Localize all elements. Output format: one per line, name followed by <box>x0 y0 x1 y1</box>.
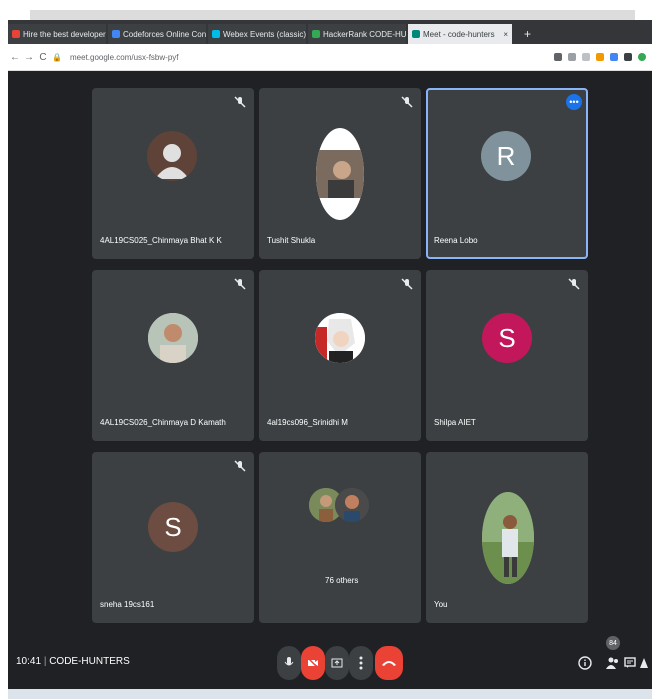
avatar: S <box>148 502 198 552</box>
taskbar-strip <box>8 689 652 699</box>
profile-icon[interactable] <box>638 53 646 61</box>
participant-name: 4al19cs096_Srinidhi M <box>267 418 348 427</box>
browser-tab[interactable]: Hire the best developers × <box>8 24 106 44</box>
favicon-icon <box>12 30 20 38</box>
tab-title: Hire the best developers <box>23 29 106 39</box>
avatar <box>482 492 534 584</box>
more-options-icon[interactable]: ••• <box>566 94 582 110</box>
browser-tab-active[interactable]: Meet - code-hunters × <box>408 24 512 44</box>
avatar <box>147 131 197 181</box>
avatar <box>335 488 369 522</box>
back-icon[interactable]: ← <box>8 52 22 63</box>
tab-title: Meet - code-hunters <box>423 29 495 39</box>
mic-off-icon <box>568 278 580 290</box>
more-vert-icon <box>359 656 363 670</box>
forward-icon[interactable]: → <box>22 52 36 63</box>
mic-off-icon <box>234 278 246 290</box>
activities-icon[interactable] <box>639 656 649 670</box>
participant-name: Shilpa AIET <box>434 418 476 427</box>
avatar <box>316 128 364 220</box>
microphone-button[interactable] <box>277 646 301 680</box>
participant-name: sneha 19cs161 <box>100 600 155 609</box>
close-tab-icon[interactable]: × <box>503 30 508 39</box>
profile-photo-icon <box>316 150 364 198</box>
avatar-initial: R <box>496 140 516 171</box>
participant-tile[interactable]: 4AL19CS026_Chinmaya D Kamath <box>92 270 254 441</box>
extension-toolbar <box>554 53 652 61</box>
participant-name: You <box>434 600 448 609</box>
participant-name: 4AL19CS026_Chinmaya D Kamath <box>100 418 226 427</box>
new-tab-icon[interactable]: + <box>514 24 541 44</box>
extension-icon[interactable] <box>610 53 618 61</box>
avatar: R <box>481 131 531 181</box>
meeting-time: 10:41 <box>16 656 42 667</box>
participant-tile-others[interactable]: 76 others <box>259 452 421 623</box>
camera-off-button[interactable] <box>301 646 325 680</box>
profile-photo-icon <box>335 488 369 522</box>
participant-tile-active[interactable]: ••• R Reena Lobo <box>426 88 588 259</box>
star-icon[interactable] <box>582 53 590 61</box>
camera-icon[interactable] <box>554 53 562 61</box>
avatar-initial: S <box>164 511 182 542</box>
url-text[interactable]: meet.google.com/usx-fsbw-pyf <box>70 53 179 62</box>
favicon-icon <box>112 30 120 38</box>
present-button[interactable] <box>325 646 349 680</box>
browser-tab[interactable]: Webex Events (classic) × <box>208 24 306 44</box>
mic-off-icon <box>234 460 246 472</box>
participant-tile[interactable]: 4al19cs096_Srinidhi M <box>259 270 421 441</box>
meeting-name: CODE-HUNTERS <box>49 656 130 667</box>
browser-tab-strip: Hire the best developers × Codeforces On… <box>8 20 652 44</box>
more-options-button[interactable] <box>349 646 373 680</box>
avatar <box>315 313 365 363</box>
avatar <box>148 313 198 363</box>
participant-count: 76 others <box>325 576 359 585</box>
participant-tile[interactable]: Tushit Shukla <box>259 88 421 259</box>
participant-tile[interactable]: 4AL19CS025_Chinmaya Bhat K K <box>92 88 254 259</box>
browser-tab[interactable]: Codeforces Online Contest a × <box>108 24 206 44</box>
present-screen-icon <box>331 658 343 668</box>
window-top-strip <box>30 10 635 20</box>
mic-off-icon <box>401 96 413 108</box>
tab-title: HackerRank CODE-HUNTERS <box>323 29 406 39</box>
meeting-info: 10:41 | CODE-HUNTERS <box>16 656 130 667</box>
people-icon[interactable] <box>606 656 620 670</box>
mic-off-icon <box>401 278 413 290</box>
meeting-details-icon[interactable] <box>578 656 592 670</box>
avatar-initial: S <box>498 322 516 353</box>
participant-name: 4AL19CS025_Chinmaya Bhat K K <box>100 236 222 245</box>
puzzle-icon[interactable] <box>624 53 632 61</box>
lock-icon: 🔒 <box>52 52 62 62</box>
profile-photo-icon <box>148 313 198 363</box>
avatar: S <box>482 313 532 363</box>
profile-photo-icon <box>482 492 534 584</box>
participant-name: Tushit Shukla <box>267 236 316 245</box>
chat-icon[interactable] <box>623 656 637 670</box>
profile-photo-icon <box>315 313 365 363</box>
favicon-icon <box>412 30 420 38</box>
microphone-icon <box>284 657 294 666</box>
hang-up-icon <box>382 661 396 666</box>
people-count-badge: 84 <box>606 636 620 650</box>
meet-window: 4AL19CS025_Chinmaya Bhat K K Tushit Shuk… <box>8 71 652 689</box>
mic-off-icon <box>234 96 246 108</box>
meeting-controls-bar: 10:41 | CODE-HUNTERS 84 <box>8 636 652 689</box>
tab-title: Webex Events (classic) <box>223 29 306 39</box>
tab-title: Codeforces Online Contest a <box>123 29 206 39</box>
default-profile-icon <box>155 144 189 179</box>
favicon-icon <box>312 30 320 38</box>
participant-tile[interactable]: S Shilpa AIET <box>426 270 588 441</box>
participant-name: Reena Lobo <box>434 236 478 245</box>
browser-tab[interactable]: HackerRank CODE-HUNTERS × <box>308 24 406 44</box>
leave-call-button[interactable] <box>375 646 403 680</box>
participant-tile[interactable]: S sneha 19cs161 <box>92 452 254 623</box>
favicon-icon <box>212 30 220 38</box>
zoom-icon[interactable] <box>568 53 576 61</box>
camera-off-icon <box>307 657 319 669</box>
participant-tile-self[interactable]: You <box>426 452 588 623</box>
extension-icon[interactable] <box>596 53 604 61</box>
address-bar: ← → C 🔒 meet.google.com/usx-fsbw-pyf <box>8 44 652 71</box>
reload-icon[interactable]: C <box>36 52 50 63</box>
